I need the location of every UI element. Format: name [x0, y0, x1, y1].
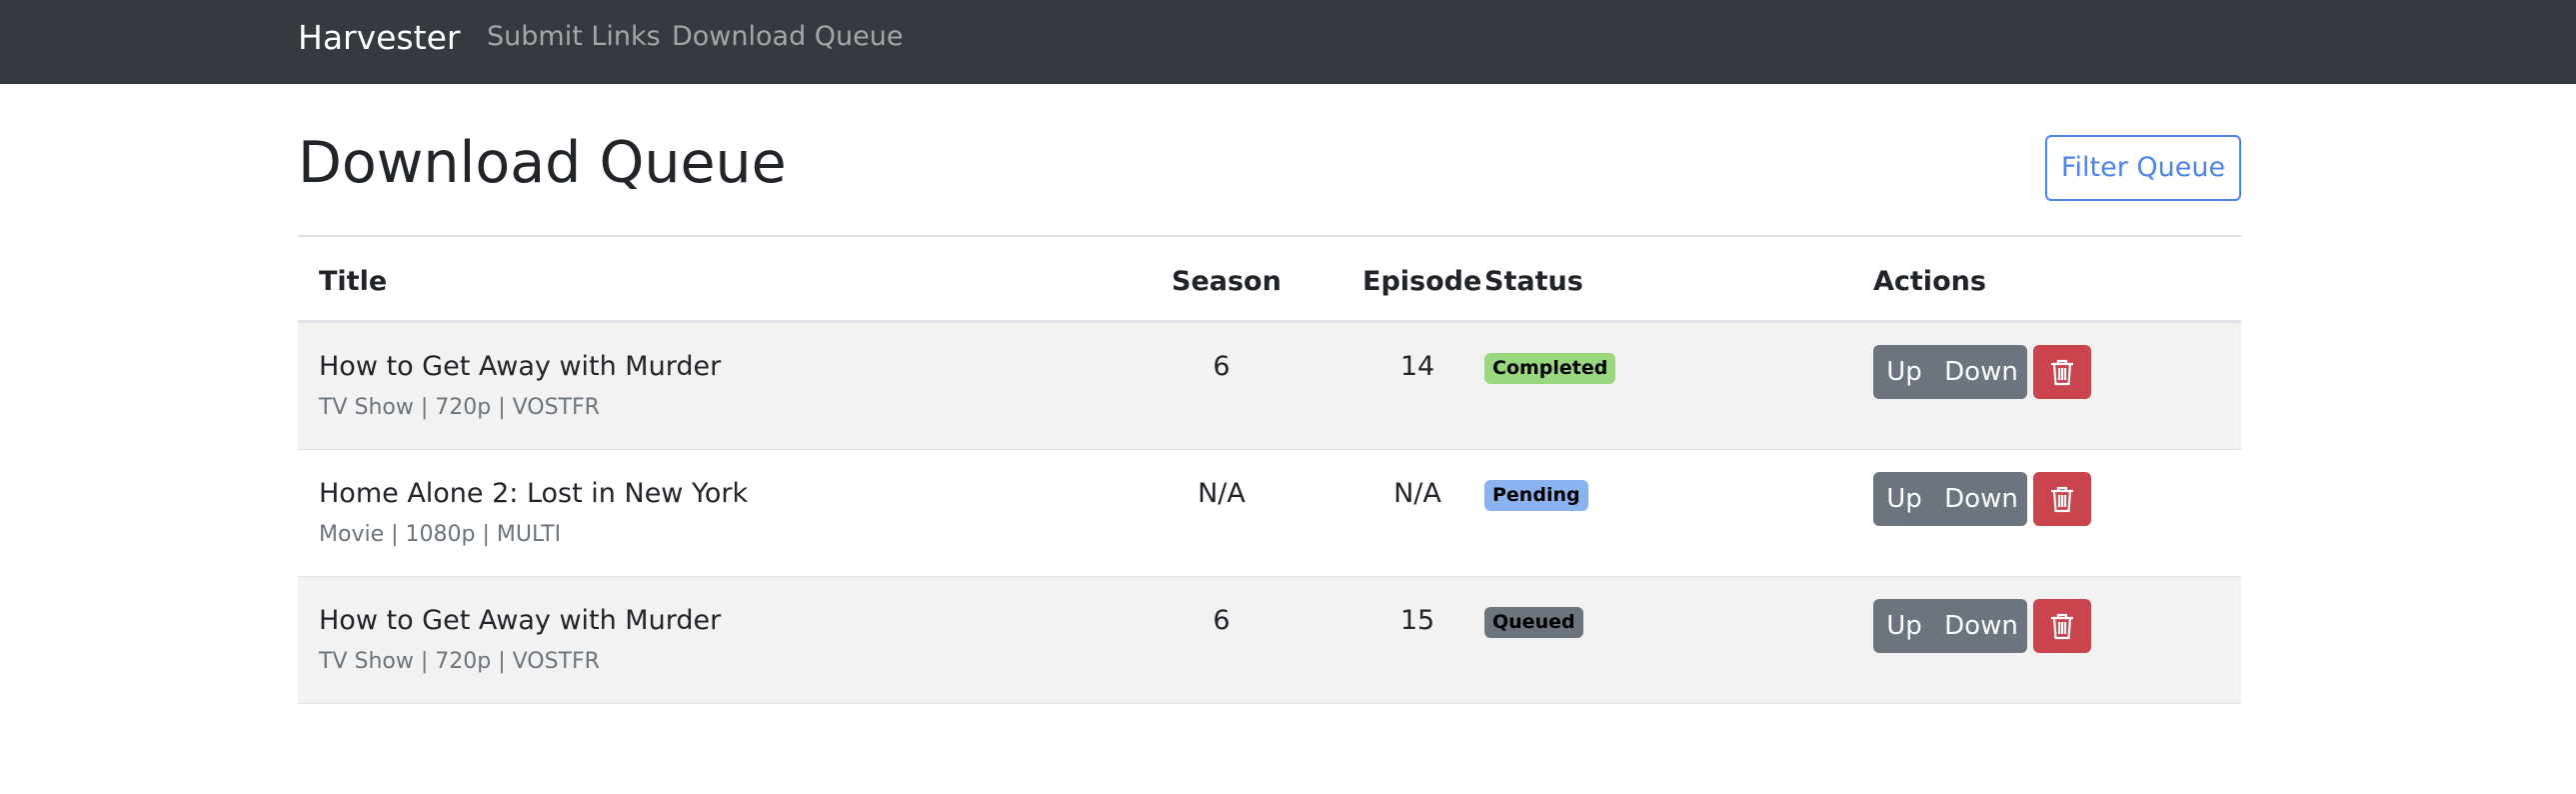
table-header: Title Season Episode Status Actions	[298, 235, 2241, 323]
table-row: Home Alone 2: Lost in New York Movie | 1…	[298, 450, 2241, 577]
download-queue-table: Title Season Episode Status Actions How …	[298, 235, 2241, 704]
table-row: How to Get Away with Murder TV Show | 72…	[298, 577, 2241, 704]
delete-button[interactable]	[2033, 472, 2091, 526]
column-header-episode: Episode	[1362, 266, 1482, 297]
column-header-actions: Actions	[1873, 266, 1986, 297]
navbar: Harvester Submit Links Download Queue	[0, 0, 2576, 84]
move-button-group: Up Down	[1873, 599, 2027, 653]
table-row: How to Get Away with Murder TV Show | 72…	[298, 323, 2241, 450]
move-button-group: Up Down	[1873, 472, 2027, 526]
item-title: Home Alone 2: Lost in New York	[319, 478, 749, 509]
item-meta: TV Show | 720p | VOSTFR	[319, 649, 600, 674]
trash-icon	[2051, 486, 2073, 513]
item-title: How to Get Away with Murder	[319, 351, 722, 382]
trash-icon	[2051, 613, 2073, 640]
item-season: 6	[1213, 351, 1231, 382]
status-badge: Queued	[1484, 607, 1583, 638]
item-season: N/A	[1198, 478, 1246, 509]
nav-link-submit-links[interactable]: Submit Links	[487, 19, 661, 55]
move-up-button[interactable]: Up	[1873, 472, 1935, 526]
column-header-season: Season	[1172, 266, 1282, 297]
move-down-button[interactable]: Down	[1935, 472, 2027, 526]
move-up-button[interactable]: Up	[1873, 345, 1935, 399]
item-episode: 14	[1399, 351, 1435, 382]
delete-button[interactable]	[2033, 345, 2091, 399]
delete-button[interactable]	[2033, 599, 2091, 653]
brand-logo[interactable]: Harvester	[298, 16, 460, 60]
page-title: Download Queue	[298, 130, 787, 196]
move-down-button[interactable]: Down	[1935, 345, 2027, 399]
item-title: How to Get Away with Murder	[319, 605, 722, 636]
item-season: 6	[1213, 605, 1231, 636]
move-button-group: Up Down	[1873, 345, 2027, 399]
move-up-button[interactable]: Up	[1873, 599, 1935, 653]
trash-icon	[2051, 359, 2073, 386]
status-badge: Pending	[1484, 480, 1588, 511]
move-down-button[interactable]: Down	[1935, 599, 2027, 653]
item-meta: TV Show | 720p | VOSTFR	[319, 395, 600, 420]
filter-queue-button[interactable]: Filter Queue	[2045, 135, 2241, 201]
item-meta: Movie | 1080p | MULTI	[319, 522, 562, 547]
status-badge: Completed	[1484, 353, 1616, 384]
item-episode: 15	[1399, 605, 1435, 636]
column-header-status: Status	[1484, 266, 1583, 297]
nav-link-download-queue[interactable]: Download Queue	[672, 19, 904, 55]
item-episode: N/A	[1393, 478, 1441, 509]
column-header-title: Title	[319, 266, 388, 297]
